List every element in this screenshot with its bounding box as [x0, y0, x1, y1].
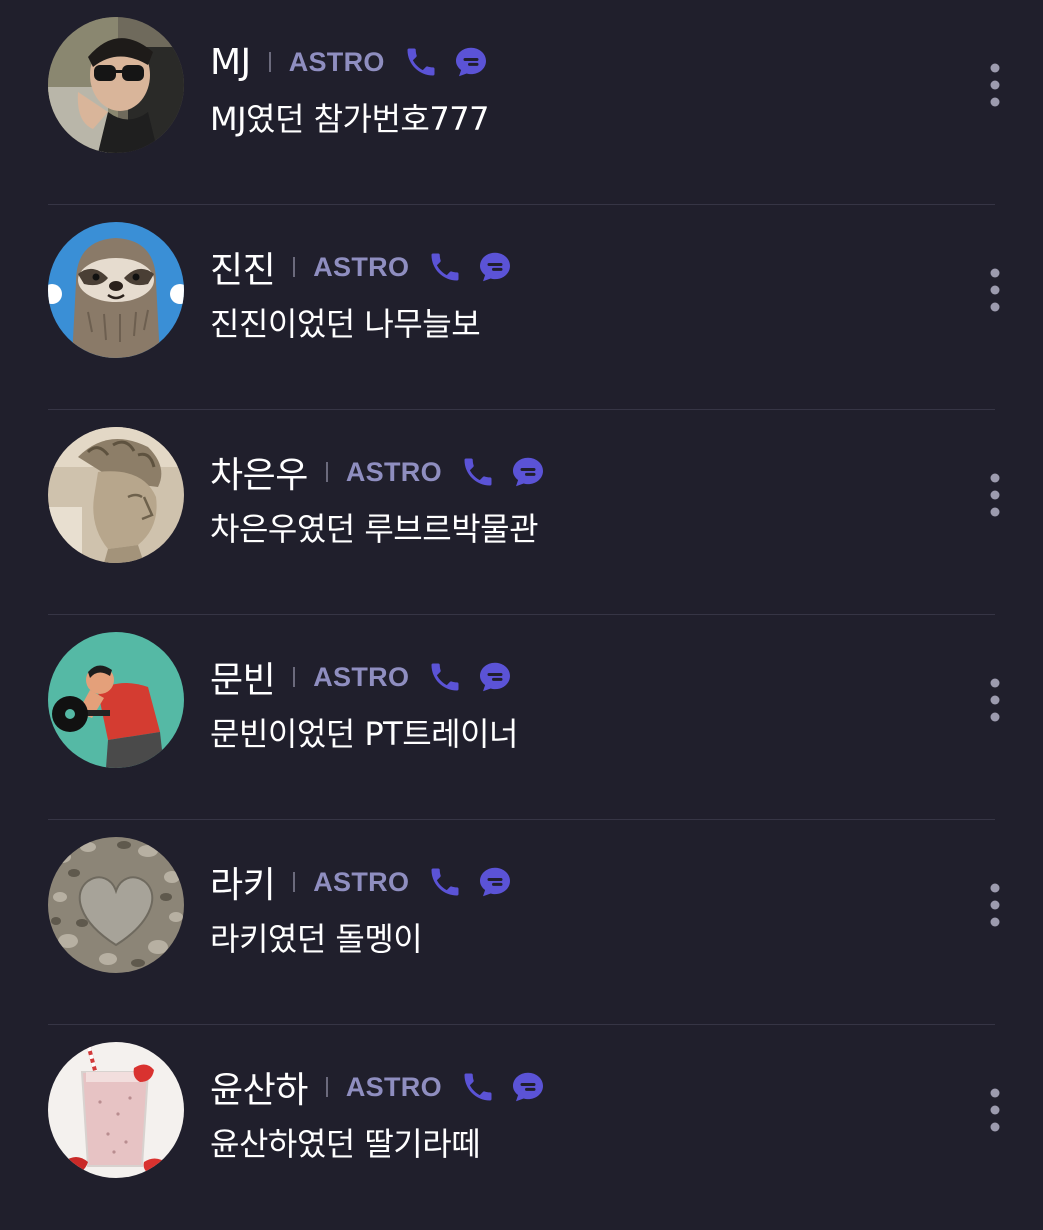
- avatar[interactable]: [48, 1042, 184, 1178]
- avatar[interactable]: [48, 222, 184, 358]
- status-message: 윤산하였던 딸기라떼: [210, 1125, 481, 1163]
- contact-name: 진진: [210, 250, 276, 291]
- chat-bubble-icon[interactable]: [510, 454, 546, 490]
- group-label: ASTRO: [313, 866, 410, 897]
- group-label: ASTRO: [313, 251, 410, 282]
- avatar-image-weightlifter: [48, 632, 184, 768]
- contact-row[interactable]: 문빈 ASTRO 문빈이었던 PT트레이너: [0, 615, 1043, 820]
- avatar-image-heart-stone: [48, 837, 184, 973]
- separator: [293, 667, 296, 687]
- avatar-image-statue: [48, 427, 184, 563]
- phone-icon[interactable]: [460, 1069, 496, 1105]
- group-label: ASTRO: [288, 46, 385, 77]
- phone-icon[interactable]: [460, 454, 496, 490]
- avatar-image-sloth: [48, 222, 184, 358]
- avatar[interactable]: [48, 427, 184, 563]
- more-vertical-icon[interactable]: [980, 880, 1010, 930]
- contact-name: MJ: [210, 41, 251, 83]
- group-label: ASTRO: [345, 1071, 442, 1102]
- status-message: 문빈이었던 PT트레이너: [210, 715, 518, 753]
- separator: [293, 872, 296, 892]
- contact-row[interactable]: MJ ASTRO MJ였던 참가번호777: [0, 0, 1043, 205]
- more-vertical-icon[interactable]: [980, 470, 1010, 520]
- more-vertical-icon[interactable]: [980, 1085, 1010, 1135]
- contact-row[interactable]: 라키 ASTRO 라키였던 돌멩이: [0, 820, 1043, 1025]
- contact-name: 차은우: [210, 455, 308, 496]
- chat-bubble-icon[interactable]: [510, 1069, 546, 1105]
- contact-row[interactable]: 차은우 ASTRO 차은우였던 루브르박물관: [0, 410, 1043, 615]
- chat-bubble-icon[interactable]: [453, 44, 489, 80]
- avatar-image-person: [48, 17, 184, 153]
- contact-list: MJ ASTRO MJ였던 참가번호777 진진 ASTRO 진진이었던 나무늘…: [0, 0, 1043, 1200]
- contact-row[interactable]: 윤산하 ASTRO 윤산하였던 딸기라떼: [0, 1025, 1043, 1230]
- contact-row[interactable]: 진진 ASTRO 진진이었던 나무늘보: [0, 205, 1043, 410]
- status-message: MJ였던 참가번호777: [210, 100, 489, 138]
- avatar[interactable]: [48, 17, 184, 153]
- separator: [293, 257, 296, 277]
- status-message: 차은우였던 루브르박물관: [210, 510, 539, 548]
- avatar-image-strawberry-latte: [48, 1042, 184, 1178]
- avatar[interactable]: [48, 632, 184, 768]
- avatar[interactable]: [48, 837, 184, 973]
- chat-bubble-icon[interactable]: [477, 249, 513, 285]
- separator: [325, 462, 328, 482]
- separator: [268, 52, 271, 72]
- chat-bubble-icon[interactable]: [477, 659, 513, 695]
- contact-name: 문빈: [210, 660, 276, 701]
- more-vertical-icon[interactable]: [980, 60, 1010, 110]
- phone-icon[interactable]: [427, 249, 463, 285]
- phone-icon[interactable]: [427, 864, 463, 900]
- group-label: ASTRO: [345, 456, 442, 487]
- phone-icon[interactable]: [427, 659, 463, 695]
- more-vertical-icon[interactable]: [980, 675, 1010, 725]
- separator: [325, 1077, 328, 1097]
- status-message: 라키였던 돌멩이: [210, 920, 423, 958]
- group-label: ASTRO: [313, 661, 410, 692]
- status-message: 진진이었던 나무늘보: [210, 305, 481, 343]
- contact-name: 윤산하: [210, 1070, 308, 1111]
- more-vertical-icon[interactable]: [980, 265, 1010, 315]
- phone-icon[interactable]: [403, 44, 439, 80]
- contact-name: 라키: [210, 865, 276, 906]
- chat-bubble-icon[interactable]: [477, 864, 513, 900]
